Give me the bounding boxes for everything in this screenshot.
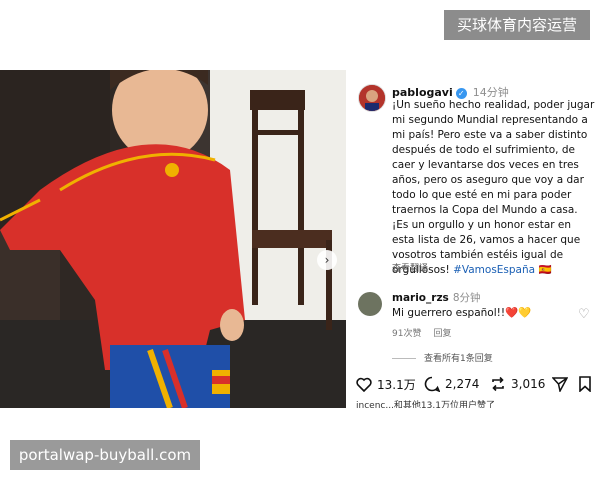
comment-reply-button[interactable]: 回复 — [433, 329, 451, 339]
post-caption: ¡Un sueño hecho realidad, poder jugar mi… — [392, 98, 596, 278]
heart-icon — [356, 377, 372, 392]
caption-text: ¡Un sueño hecho realidad, poder jugar mi… — [392, 99, 595, 276]
verified-icon: ✓ — [455, 87, 467, 99]
instagram-post: › pablogavi ✓ 14分钟 ¡Un sueño hecho realida… — [0, 70, 600, 408]
comment-text: Mi guerrero español!!❤️💛 — [392, 307, 532, 319]
post-photo: › — [0, 70, 346, 408]
carousel-next-icon[interactable]: › — [317, 250, 337, 270]
bookmark-icon — [579, 376, 591, 392]
commenter-username[interactable]: mario_rzs — [392, 292, 449, 304]
like-action[interactable]: 13.1万 — [356, 376, 416, 393]
likes-count: 13.1万 — [377, 378, 416, 392]
bookmark-action[interactable] — [578, 376, 592, 392]
repost-icon — [492, 376, 504, 392]
author-avatar[interactable] — [358, 84, 386, 112]
flag-emoji: 🇪🇸 — [538, 264, 552, 276]
hashtag-link[interactable]: #VamosEspaña — [453, 264, 535, 276]
comment-icon — [424, 376, 440, 392]
comment-meta: 91次赞 回复 — [392, 326, 463, 339]
post-side-panel: pablogavi ✓ 14分钟 ¡Un sueño hecho realidad,… — [346, 70, 600, 408]
watermark-top: 买球体育内容运营 — [444, 10, 590, 40]
shares-count: 3,016 — [511, 377, 546, 391]
comment-header: mario_rzs 8分钟 — [392, 290, 481, 305]
watermark-bottom: portalwap-buyball.com — [10, 440, 200, 470]
repost-action[interactable]: 3,016 — [490, 376, 545, 392]
see-translation-link[interactable]: 查看翻译 — [392, 261, 428, 274]
send-action[interactable] — [552, 376, 568, 392]
comment-action[interactable]: 2,274 — [424, 376, 479, 392]
comments-count: 2,274 — [445, 377, 480, 391]
comment-like-heart-icon[interactable]: ♡ — [578, 307, 590, 322]
child-in-spain-jersey-image — [0, 70, 346, 408]
action-bar: 13.1万 2,274 3,016 — [356, 376, 596, 396]
liked-by-text: incenc...和其他13.1万位用户赞了 — [356, 401, 495, 408]
send-icon — [552, 377, 568, 392]
view-replies-link[interactable]: 查看所有1条回复 — [392, 351, 493, 364]
comment-time: 8分钟 — [452, 292, 481, 304]
commenter-avatar[interactable] — [358, 292, 382, 316]
comment-likes: 91次赞 — [392, 329, 422, 339]
